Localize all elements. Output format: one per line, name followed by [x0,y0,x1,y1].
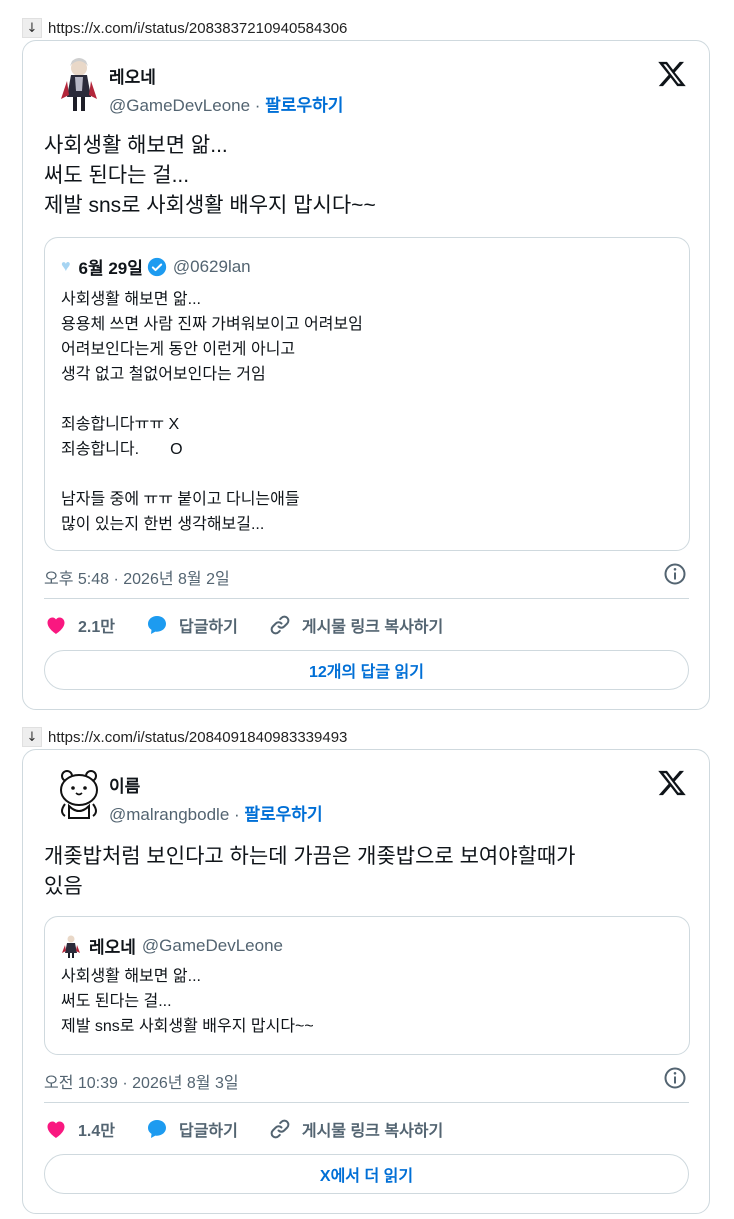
quoted-tweet[interactable]: ♥ 6월 29일 @0629lan 사회생활 해보면 앎... 용용체 쓰면 사… [44,237,690,551]
separator-dot: · [250,96,266,115]
info-icon[interactable] [663,1066,687,1090]
quoted-author-handle[interactable]: @GameDevLeone [142,936,283,956]
light-blue-heart-icon: ♥ [61,257,71,275]
tweet-card: 이름 @malrangbodle · 팔로우하기 개좆밥처럼 보인다고 하는데 … [22,749,710,1214]
divider [44,598,689,599]
author-handle-row: @GameDevLeone · 팔로우하기 [109,91,343,116]
quoted-author-handle[interactable]: @0629lan [173,257,251,277]
speech-bubble-icon [147,1120,166,1138]
author-name[interactable]: 이름 [109,772,140,797]
heart-icon [47,617,65,634]
verified-badge-icon [147,257,167,276]
copy-link-label: 게시물 링크 복사하기 [301,619,444,636]
copy-link-button[interactable]: 게시물 링크 복사하기 [268,1117,443,1141]
quoted-tweet-text: 사회생활 해보면 앎... 용용체 쓰면 사람 진짜 가벼워보이고 어려보임 어… [61,291,363,533]
read-more-button[interactable]: X에서 더 읽기 [44,1154,689,1194]
x-logo-icon[interactable] [657,59,687,89]
tweet-text: 개좆밥처럼 보인다고 하는데 가끔은 개좆밥으로 보여야할때가 있음 [44,845,576,898]
tweet-actions: 2.1만 답글하기 게시물 링크 복사하기 [44,610,689,640]
tweet-actions: 1.4만 답글하기 게시물 링크 복사하기 [44,1114,689,1144]
quoted-tweet-text: 사회생활 해보면 앎... 써도 된다는 걸... 제발 sns로 사회생활 배… [61,968,314,1035]
link-icon [270,615,290,635]
reply-button[interactable]: 답글하기 [145,1117,238,1141]
reply-label: 답글하기 [178,619,238,636]
copy-link-button[interactable]: 게시물 링크 복사하기 [268,613,443,637]
like-button[interactable]: 1.4만 [44,1117,115,1141]
tweet-timestamp[interactable]: 오후 5:48 · 2026년 8월 2일 [44,565,230,589]
tweet-url[interactable]: https://x.com/i/status/20838372109405843… [48,20,347,37]
follow-button[interactable]: 팔로우하기 [265,96,343,115]
divider [44,1102,689,1103]
author-name[interactable]: 레오네 [109,63,156,88]
speech-bubble-icon [147,616,166,634]
follow-button[interactable]: 팔로우하기 [244,805,322,824]
link-icon [270,1119,290,1139]
quoted-author-avatar[interactable] [61,934,81,958]
author-handle[interactable]: @GameDevLeone [109,96,250,115]
tweet-text: 사회생활 해보면 앎... 써도 된다는 걸... 제발 sns로 사회생활 배… [44,134,376,217]
quoted-author-name[interactable]: 6월 29일 [79,254,143,279]
like-count: 2.1만 [78,619,115,636]
quoted-tweet[interactable]: 레오네 @GameDevLeone 사회생활 해보면 앎... 써도 된다는 걸… [44,916,690,1055]
tweet-url[interactable]: https://x.com/i/status/20840918409833394… [48,729,347,746]
author-handle-row: @malrangbodle · 팔로우하기 [109,800,323,825]
copy-link-label: 게시물 링크 복사하기 [301,1123,444,1140]
author-avatar[interactable] [49,55,109,115]
tweet-timestamp[interactable]: 오전 10:39 · 2026년 8월 3일 [44,1069,239,1093]
tweet-url-line: ↓ https://x.com/i/status/208409184098333… [22,727,347,747]
quoted-author-name[interactable]: 레오네 [89,933,136,958]
quoted-tweet-header: ♥ 6월 29일 @0629lan [61,254,251,279]
down-arrow-icon[interactable]: ↓ [22,18,42,38]
down-arrow-icon[interactable]: ↓ [22,727,42,747]
read-replies-button[interactable]: 12개의 답글 읽기 [44,650,689,690]
author-avatar[interactable] [49,764,109,824]
like-button[interactable]: 2.1만 [44,613,115,637]
tweet-card: 레오네 @GameDevLeone · 팔로우하기 사회생활 해보면 앎... … [22,40,710,710]
separator-dot: · [229,805,245,824]
reply-label: 답글하기 [178,1123,238,1140]
author-handle[interactable]: @malrangbodle [109,805,229,824]
reply-button[interactable]: 답글하기 [145,613,238,637]
heart-icon [47,1121,65,1138]
like-count: 1.4만 [78,1123,115,1140]
info-icon[interactable] [663,562,687,586]
x-logo-icon[interactable] [657,768,687,798]
tweet-url-line: ↓ https://x.com/i/status/208383721094058… [22,18,347,38]
quoted-tweet-header: 레오네 @GameDevLeone [61,933,283,958]
